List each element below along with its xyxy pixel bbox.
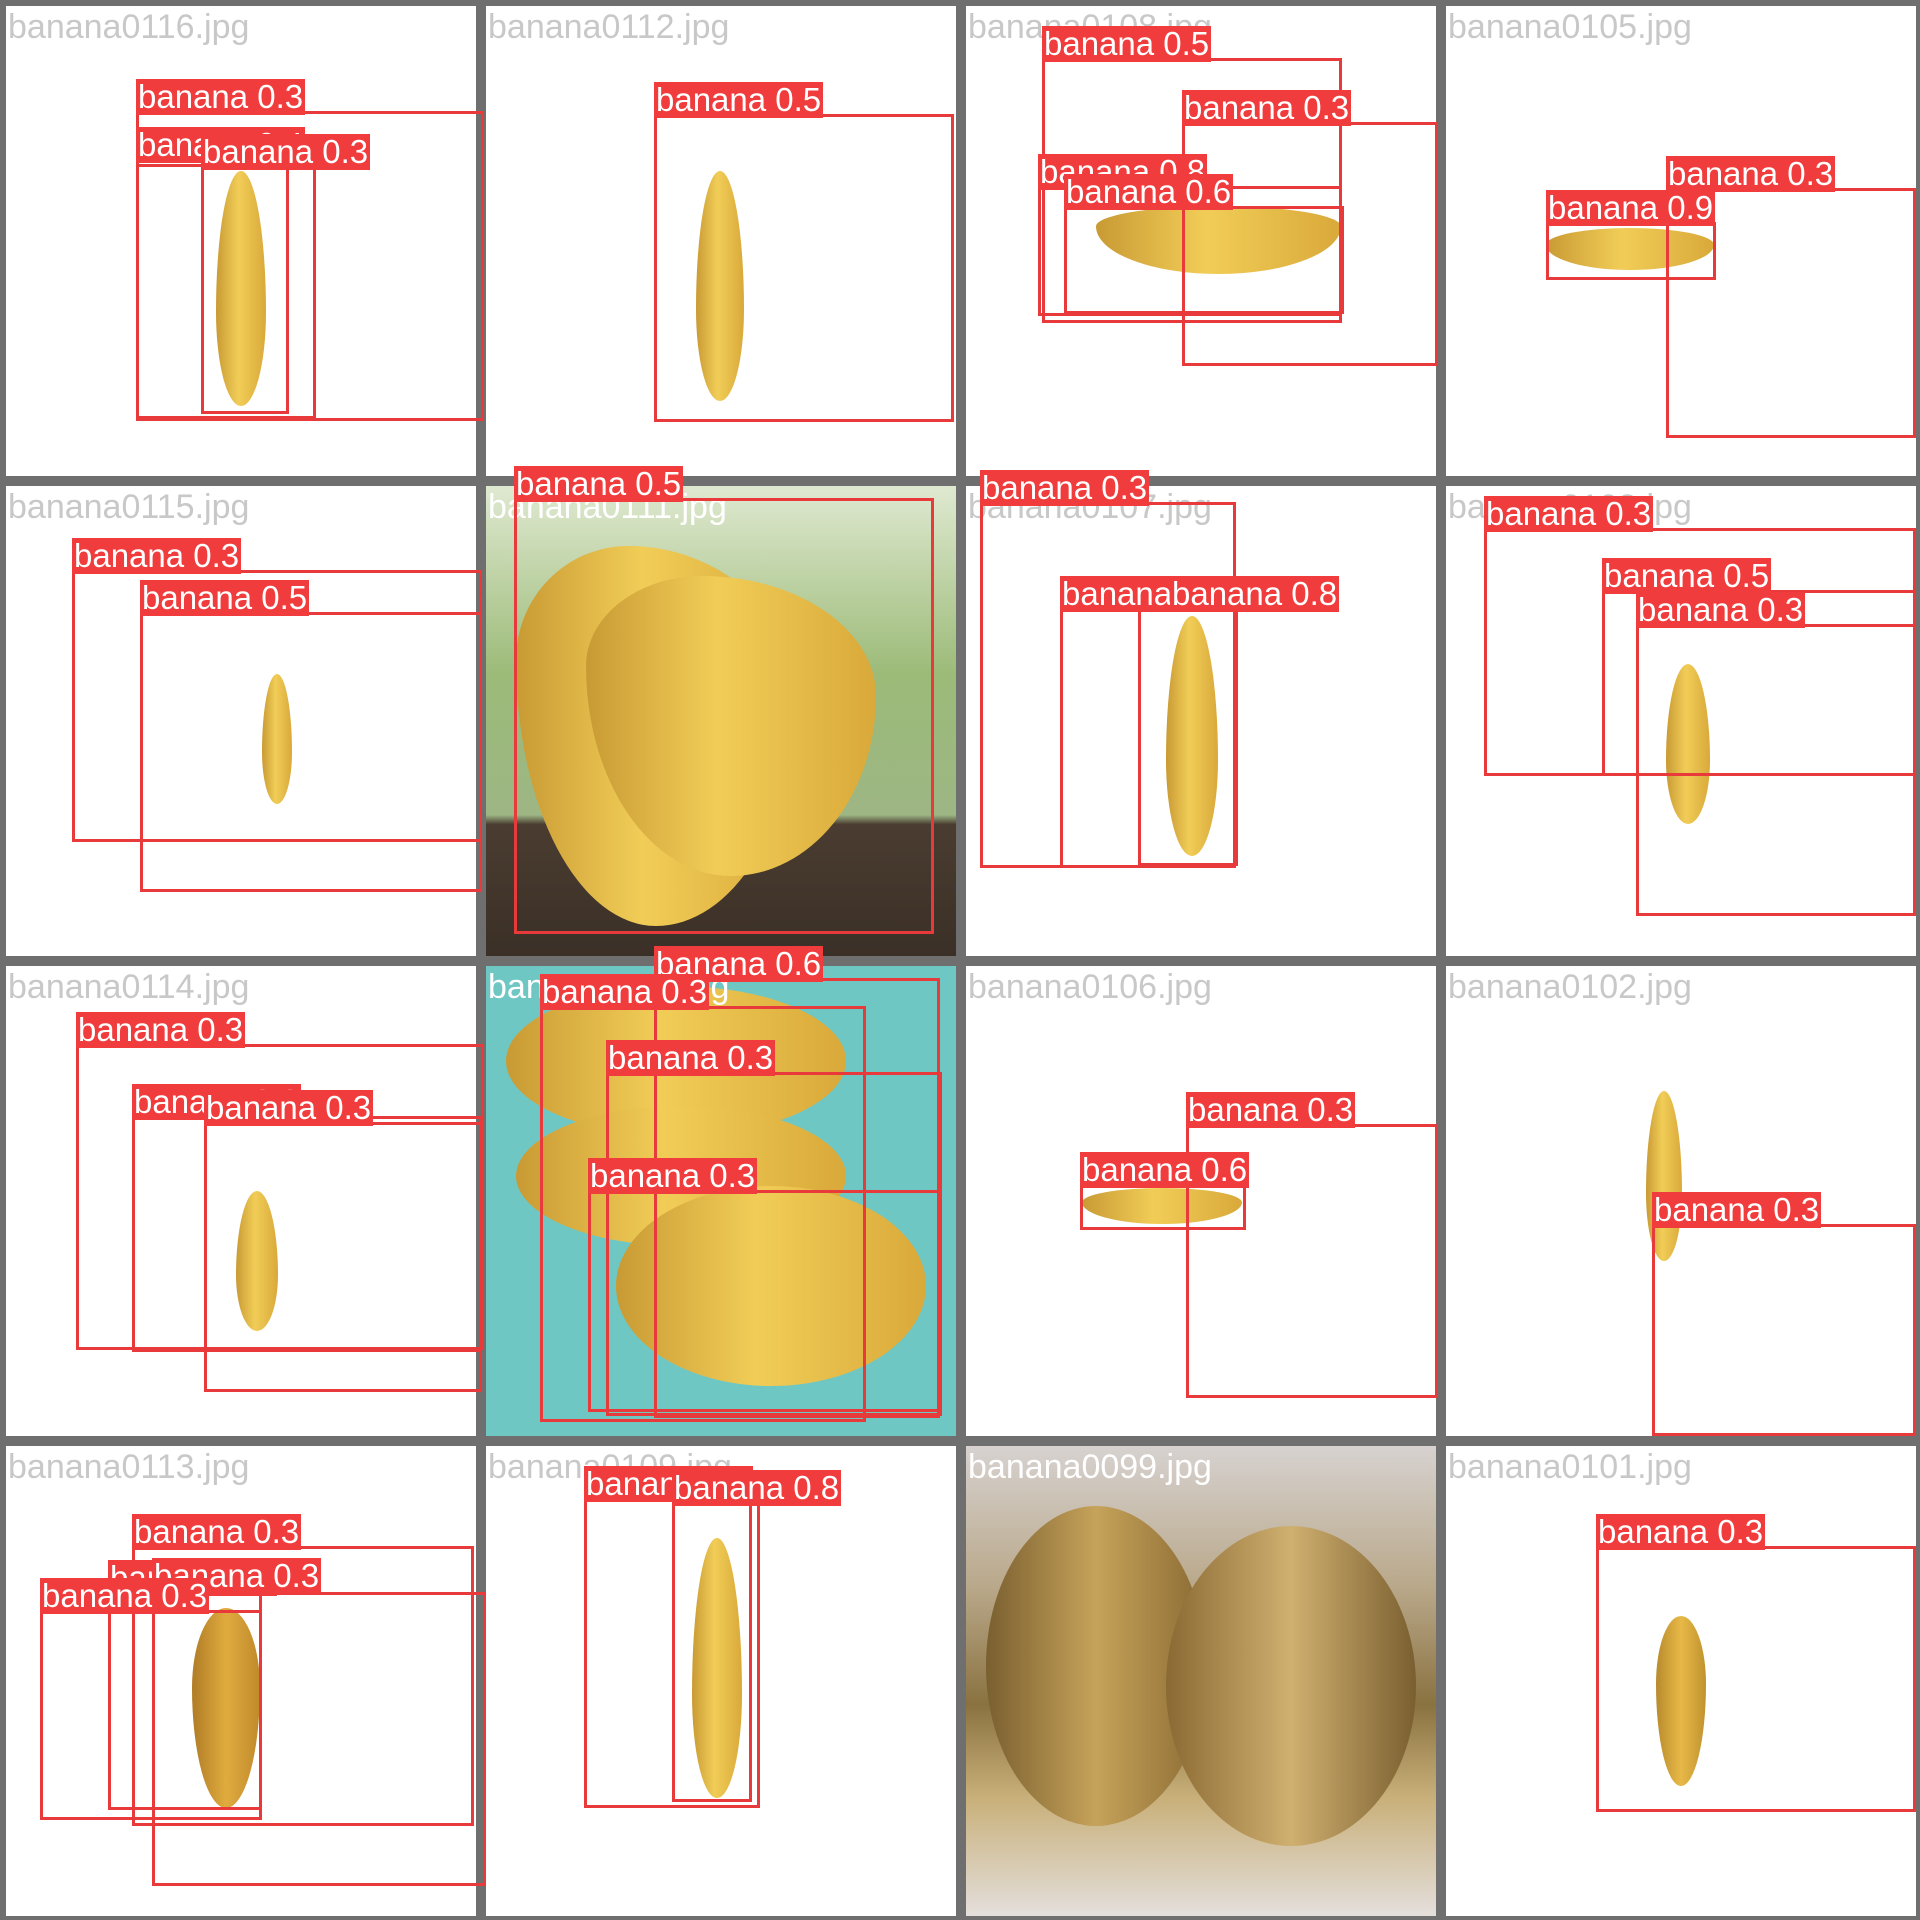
filename-label: banana0114.jpg: [8, 968, 250, 1006]
tile-banana0102: banana0102.jpg banana 0.3: [1446, 966, 1916, 1436]
detection-label: banana 0.3: [1652, 1191, 1822, 1228]
tile-banana0113: banana0113.jpg banana 0.3 banana 0.3 ban…: [6, 1446, 486, 1916]
detection-box: [40, 1610, 262, 1820]
detection-box: [1596, 1546, 1916, 1812]
detection-label: banana 0.3: [1666, 155, 1836, 192]
detection-box: [140, 612, 482, 892]
detection-box: [654, 114, 954, 422]
detection-label: banana 0.3: [40, 1577, 210, 1614]
tile-banana0115: banana0115.jpg banana 0.3 banana 0.5: [6, 486, 482, 956]
detection-label: banana 0.8: [1170, 575, 1340, 612]
filename-label: banana0112.jpg: [488, 8, 730, 46]
tile-banana0114: banana0114.jpg banana 0.3 banana 0.3 ban…: [6, 966, 484, 1436]
filename-label: banana0115.jpg: [8, 488, 250, 526]
banana-shape: [1166, 1526, 1416, 1846]
tile-banana0105: banana0105.jpg banana 0.3 banana 0.9: [1446, 6, 1916, 476]
tile-banana0108: banana0108.jpg banana 0.5 banana 0.3 ban…: [966, 6, 1438, 476]
detection-label: banana 0.3: [980, 469, 1150, 506]
filename-label: banana0102.jpg: [1448, 968, 1692, 1006]
detection-box: [1652, 1224, 1916, 1436]
filename-label: banana0105.jpg: [1448, 8, 1692, 46]
tile-banana0106: banana0106.jpg banana 0.3 banana 0.6: [966, 966, 1438, 1436]
tile-banana0101: banana0101.jpg banana 0.3: [1446, 1446, 1916, 1916]
tile-banana0109: banana0109.jpg banana 0.3 banana 0.8: [486, 1446, 956, 1916]
detection-label: banana 0.3: [1596, 1513, 1766, 1550]
detection-box: [1064, 206, 1344, 314]
detection-label: banana 0.8: [672, 1469, 842, 1506]
detection-label: banana 0.3: [588, 1157, 758, 1194]
detection-box: [1546, 222, 1716, 280]
detection-label: banana 0.5: [140, 579, 310, 616]
detection-label: banana 0.3: [1636, 591, 1806, 628]
detection-box: [672, 1502, 752, 1802]
detection-box: [1636, 624, 1916, 916]
filename-label: banana0113.jpg: [8, 1448, 250, 1486]
filename-label: banana0101.jpg: [1448, 1448, 1692, 1486]
detection-label: banana 0.3: [1484, 495, 1654, 532]
filename-label: banana0106.jpg: [968, 968, 1212, 1006]
detection-label: banana 0.3: [606, 1039, 776, 1076]
detection-box: [201, 164, 289, 414]
detection-label: banana 0.6: [1064, 173, 1234, 210]
tile-banana0112: banana0112.jpg banana 0.5: [486, 6, 956, 476]
detection-label: banana 0.3: [204, 1089, 374, 1126]
detection-label: banana 0.6: [1080, 1151, 1250, 1188]
banana-image: [966, 1446, 1436, 1916]
tile-banana0116: banana0116.jpg banana 0.3 banana 0.4 ban…: [6, 6, 484, 476]
detection-label: banana 0.3: [132, 1513, 302, 1550]
filename-label: banana0116.jpg: [8, 8, 250, 46]
tile-banana0103: banana0103.jpg banana 0.3 banana 0.5 ban…: [1446, 486, 1916, 956]
tile-banana0107: banana0107.jpg banana 0.3 banana 0.6 ban…: [966, 470, 1436, 956]
tile-banana0111: banana0111.jpg banana 0.5: [486, 466, 956, 956]
detection-label: banana 0.3: [136, 78, 306, 115]
detection-box: [588, 1190, 940, 1412]
detection-label: banana 0.9: [1546, 189, 1716, 226]
detection-label: banana 0.3: [72, 537, 242, 574]
filename-label: banana0099.jpg: [968, 1448, 1212, 1486]
tile-banana0110: banana0110.jpg banana 0.6 banana 0.3 ban…: [486, 946, 956, 1436]
detection-label: banana 0.5: [654, 81, 824, 118]
detection-label: banana 0.5: [1042, 25, 1212, 62]
tile-banana0099: banana0099.jpg: [966, 1446, 1436, 1916]
detection-label: banana 0.5: [514, 465, 684, 502]
detection-box: [204, 1122, 482, 1392]
detection-label: banana 0.3: [76, 1011, 246, 1048]
detection-label: banana 0.3: [540, 973, 710, 1010]
detection-box: [1138, 608, 1238, 866]
detection-label: banana 0.5: [1602, 557, 1772, 594]
detection-box: [1080, 1184, 1246, 1230]
detection-label: banana 0.3: [201, 133, 371, 170]
detection-label: banana 0.3: [1182, 89, 1352, 126]
detection-label: banana 0.3: [1186, 1091, 1356, 1128]
detection-box: [514, 498, 934, 934]
